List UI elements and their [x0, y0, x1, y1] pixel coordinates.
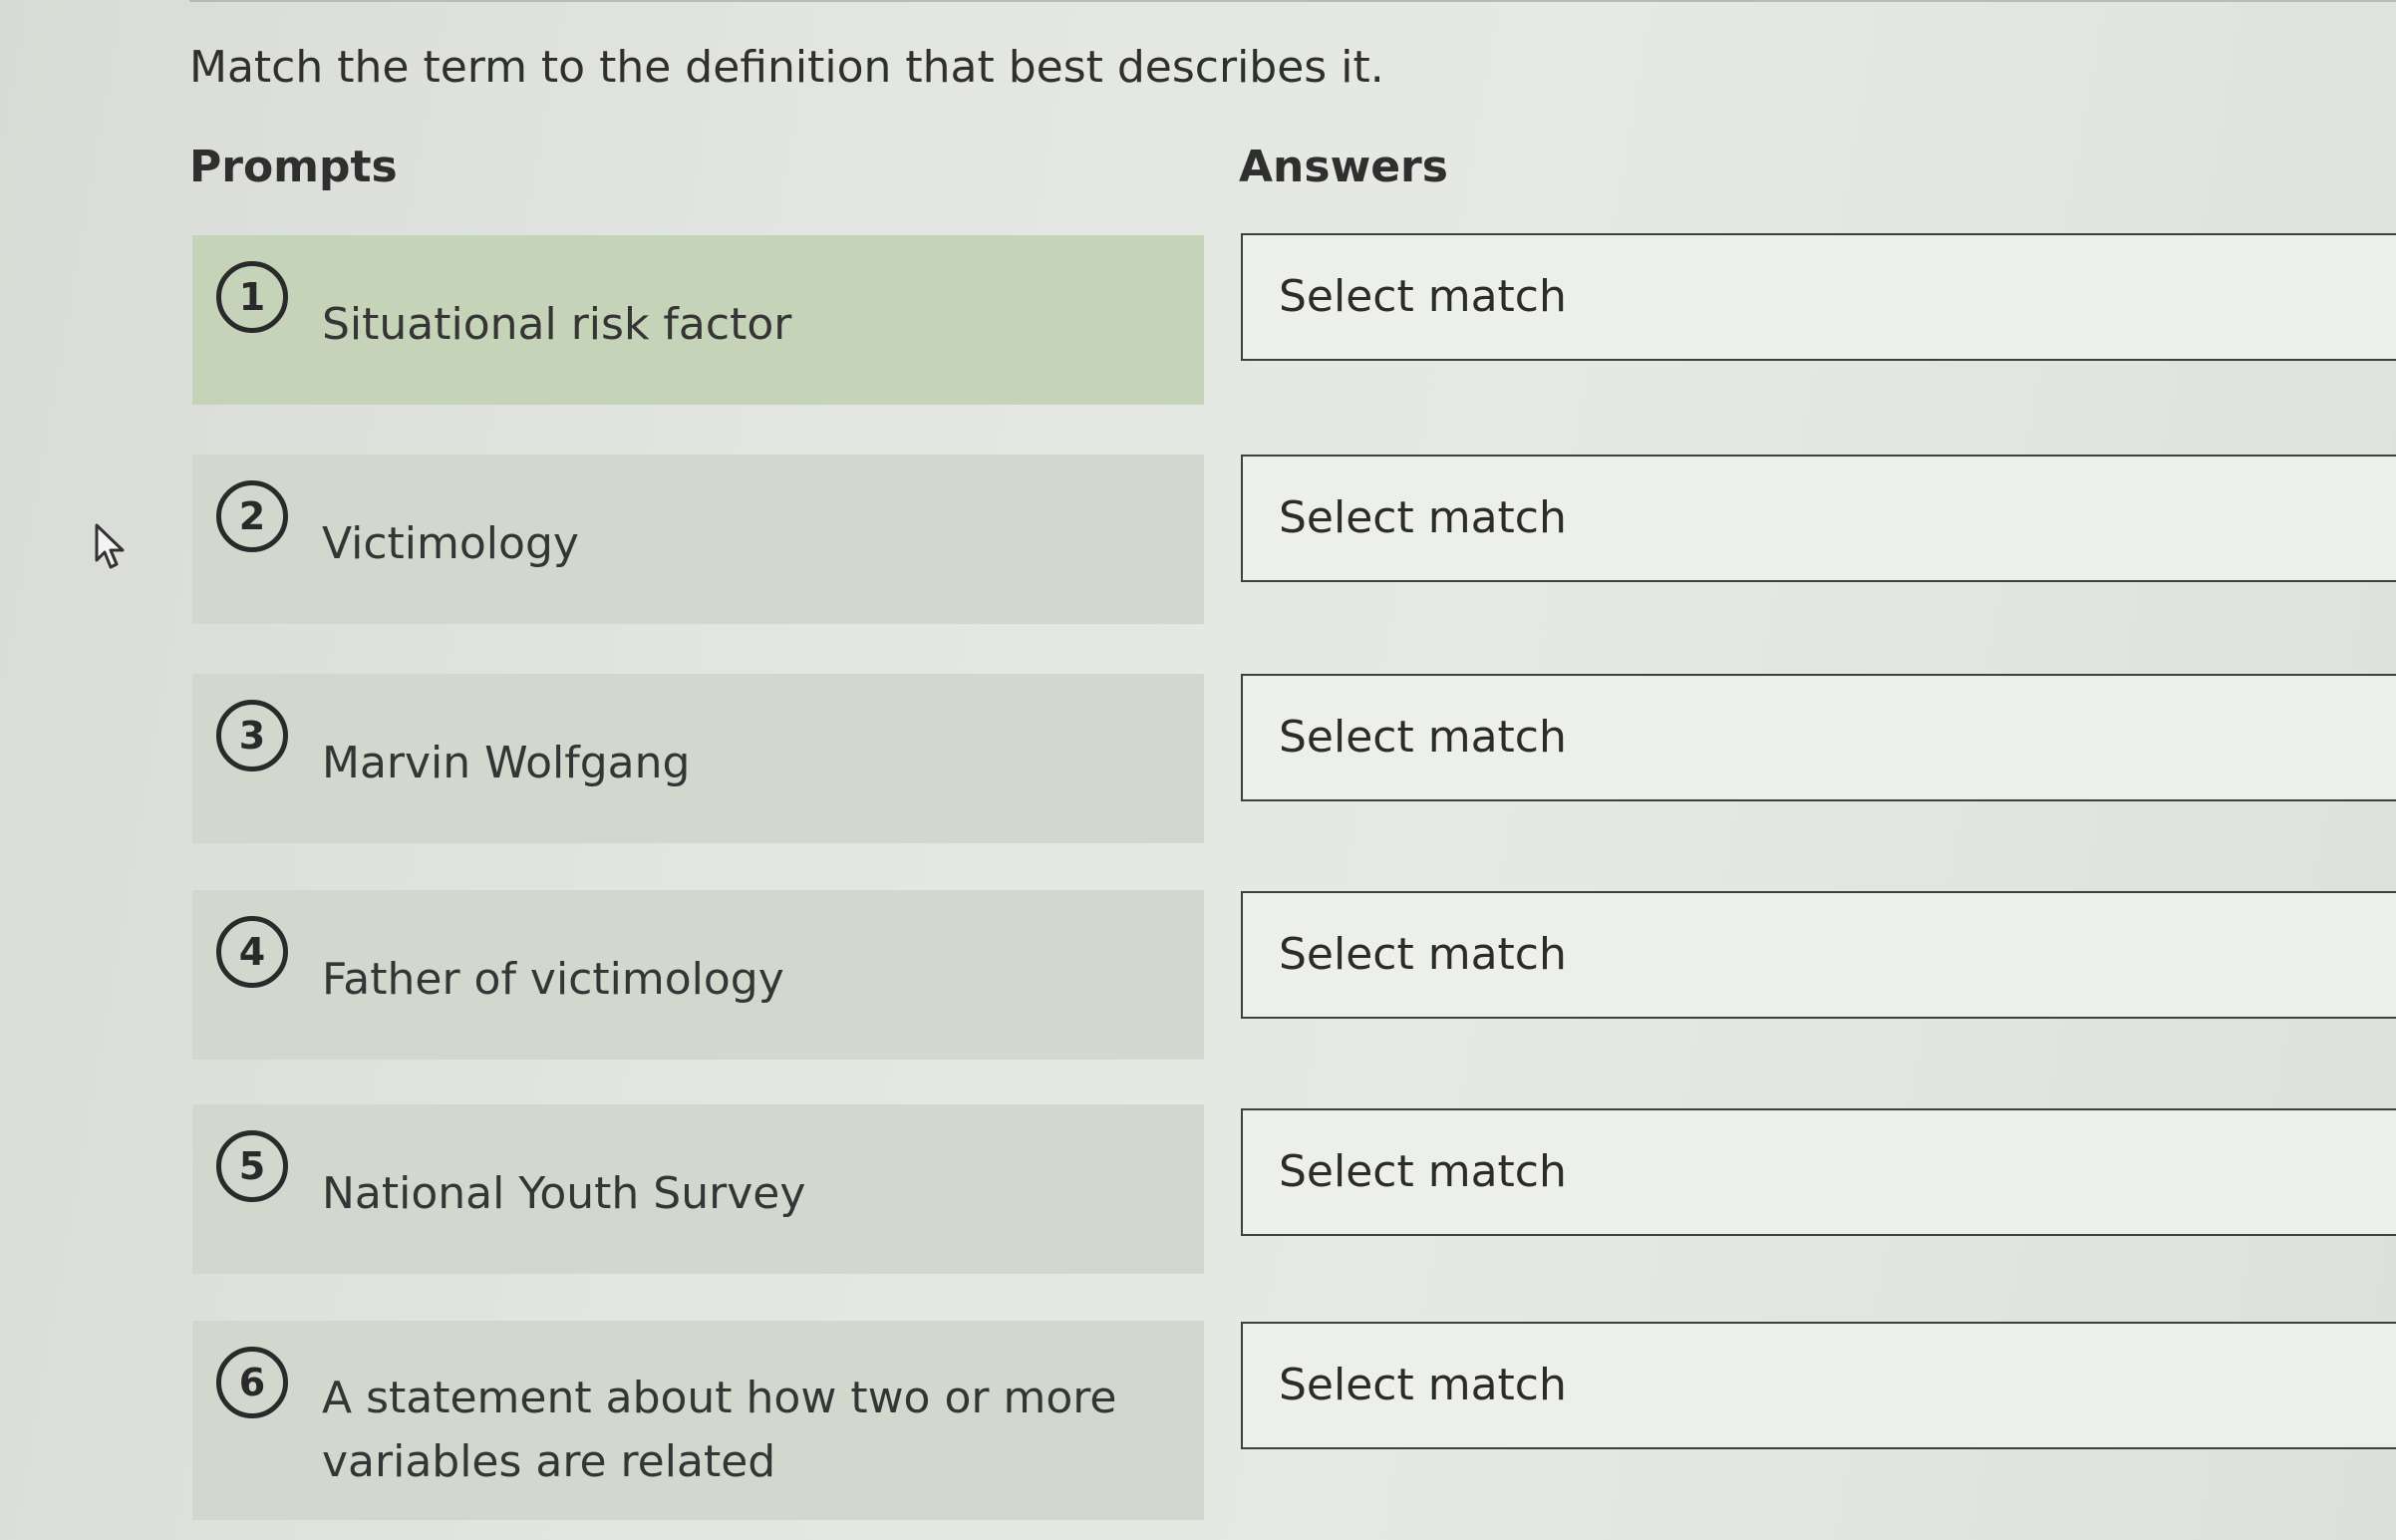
number-badge: 3 — [216, 700, 288, 771]
prompt-label: Victimology — [322, 518, 579, 569]
instructions-text: Match the term to the definition that be… — [189, 42, 1384, 93]
answer-select-value: Select match — [1279, 271, 1567, 322]
number-badge: 6 — [216, 1347, 288, 1418]
prompt-item-2[interactable]: 2 Victimology — [192, 455, 1204, 624]
prompt-label: A statement about how two or more variab… — [322, 1373, 1117, 1487]
answer-select-value: Select match — [1279, 1146, 1567, 1197]
number-badge: 1 — [216, 261, 288, 333]
prompt-item-4[interactable]: 4 Father of victimology — [192, 890, 1204, 1060]
prompt-item-3[interactable]: 3 Marvin Wolfgang — [192, 674, 1204, 843]
answer-select-5[interactable]: Select match — [1241, 1108, 2396, 1236]
number-badge: 4 — [216, 916, 288, 988]
prompt-label: Marvin Wolfgang — [322, 738, 691, 788]
prompt-label: National Youth Survey — [322, 1168, 806, 1219]
number-badge: 2 — [216, 480, 288, 552]
answer-select-1[interactable]: Select match — [1241, 233, 2396, 361]
answer-select-value: Select match — [1279, 1360, 1567, 1410]
answer-select-6[interactable]: Select match — [1241, 1322, 2396, 1449]
answer-select-value: Select match — [1279, 492, 1567, 543]
number-badge: 5 — [216, 1130, 288, 1202]
answers-header: Answers — [1239, 142, 1448, 192]
prompt-label: Father of victimology — [322, 954, 784, 1005]
prompt-item-5[interactable]: 5 National Youth Survey — [192, 1104, 1204, 1274]
answer-select-value: Select match — [1279, 929, 1567, 980]
answer-select-2[interactable]: Select match — [1241, 455, 2396, 582]
answer-select-3[interactable]: Select match — [1241, 674, 2396, 801]
prompt-item-6[interactable]: 6 A statement about how two or more vari… — [192, 1321, 1204, 1520]
answer-select-4[interactable]: Select match — [1241, 891, 2396, 1019]
mouse-cursor-icon — [95, 523, 125, 569]
prompts-header: Prompts — [189, 142, 398, 192]
answer-select-value: Select match — [1279, 712, 1567, 763]
top-divider — [189, 0, 2396, 2]
prompt-item-1[interactable]: 1 Situational risk factor — [192, 235, 1204, 405]
prompt-label: Situational risk factor — [322, 299, 792, 350]
